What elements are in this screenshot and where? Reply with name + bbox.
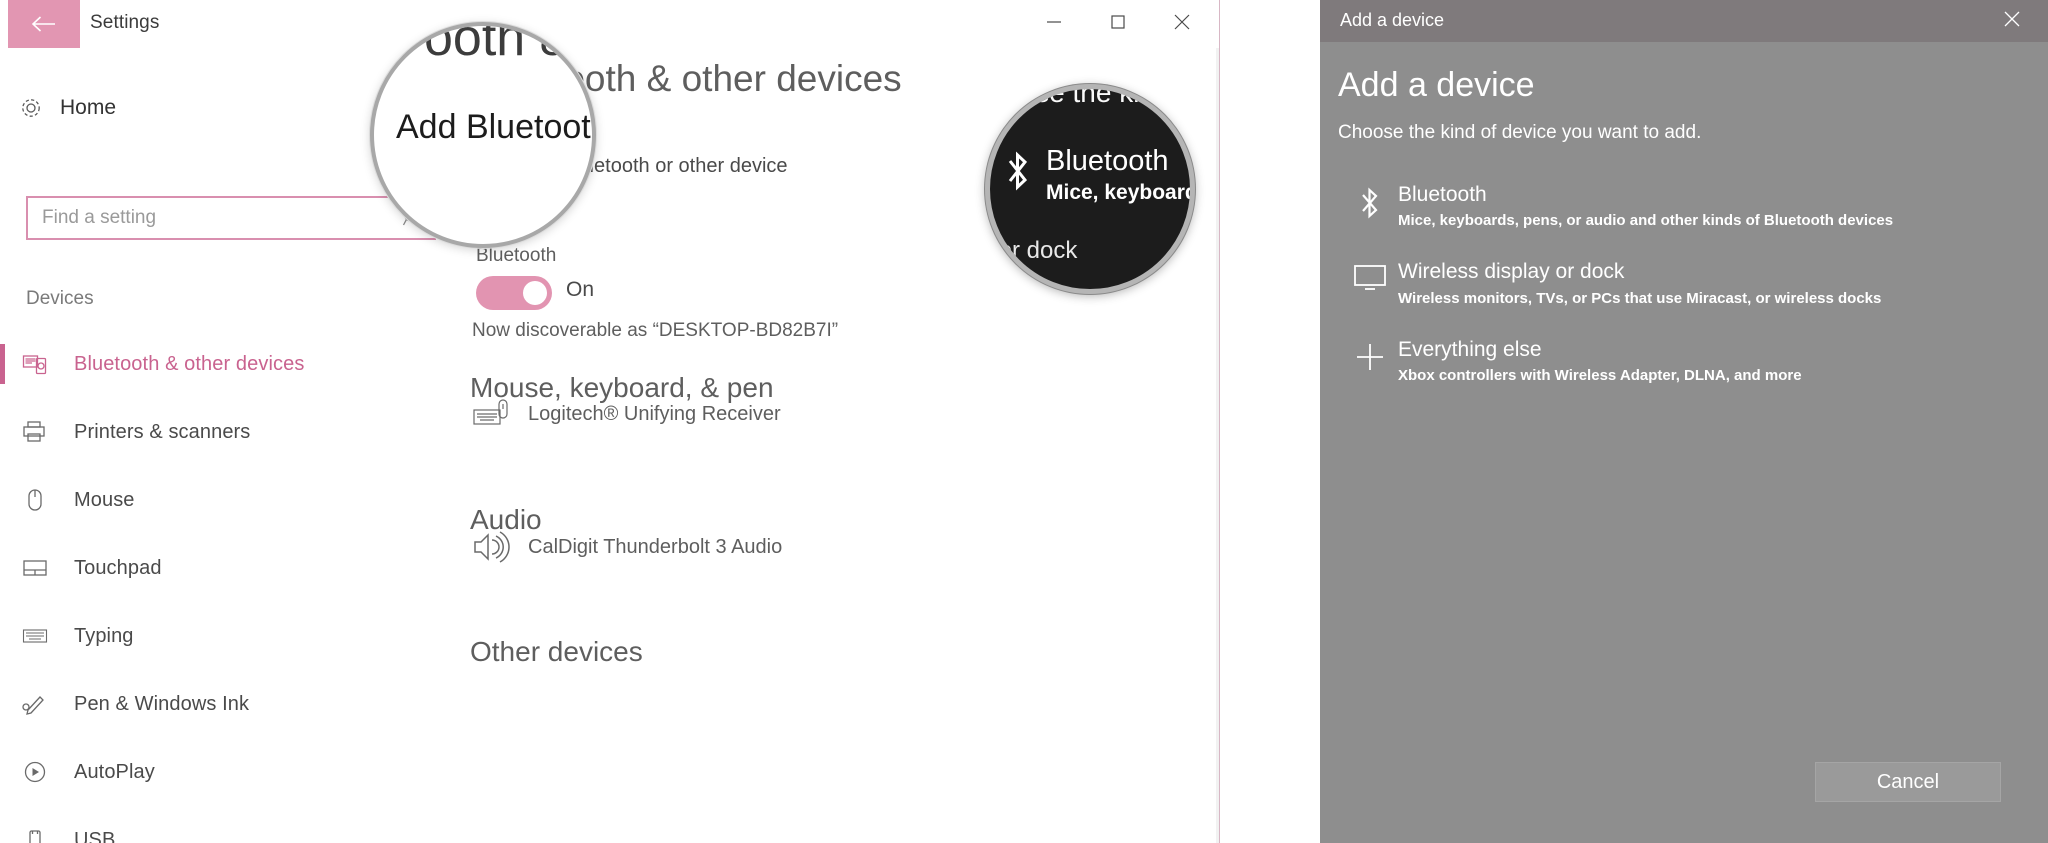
sidebar-nav-list: Bluetooth & other devices Printers & sca… xyxy=(0,330,440,843)
sidebar-item-printers-scanners[interactable]: Printers & scanners xyxy=(0,398,440,466)
close-icon xyxy=(2002,9,2022,34)
device-row-caldigit[interactable]: CalDigit Thunderbolt 3 Audio xyxy=(472,530,782,564)
sidebar-item-label: Printers & scanners xyxy=(74,420,251,443)
minimize-button[interactable] xyxy=(1023,0,1085,48)
cancel-label: Cancel xyxy=(1876,770,1940,793)
dialog-option-bluetooth[interactable]: Bluetooth Mice, keyboards, pens, or audi… xyxy=(1334,168,2034,245)
device-name: Logitech® Unifying Receiver xyxy=(528,402,781,425)
dialog-option-list: Bluetooth Mice, keyboards, pens, or audi… xyxy=(1334,168,2034,400)
device-name: CalDigit Thunderbolt 3 Audio xyxy=(528,535,783,558)
autoplay-icon xyxy=(22,760,74,784)
back-arrow-icon xyxy=(31,15,57,33)
sidebar-item-autoplay[interactable]: AutoPlay xyxy=(0,738,440,806)
close-button[interactable] xyxy=(1151,0,1213,48)
search-input[interactable] xyxy=(28,198,390,238)
dialog-heading: Add a device xyxy=(1338,66,1535,104)
gear-icon xyxy=(18,95,60,121)
magnified-option-desc: Mice, keyboards, xyxy=(1046,181,1190,204)
cancel-button[interactable]: Cancel xyxy=(1815,762,2001,802)
sidebar-item-label: Pen & Windows Ink xyxy=(74,692,250,715)
sidebar-item-home[interactable]: Home xyxy=(18,88,318,128)
dialog-subtitle: Choose the kind of device you want to ad… xyxy=(1338,122,1702,143)
dialog-option-desc: Wireless monitors, TVs, or PCs that use … xyxy=(1398,289,1882,307)
magnifier-overlay-left: ooth & Add Bluetooth xyxy=(370,22,596,248)
speaker-icon xyxy=(472,530,528,564)
maximize-icon xyxy=(1110,14,1126,35)
pen-icon xyxy=(22,692,74,716)
sidebar-item-label: Typing xyxy=(74,624,134,647)
sidebar-item-touchpad[interactable]: Touchpad xyxy=(0,534,440,602)
printer-icon xyxy=(22,420,74,444)
add-a-device-dialog: Add a device Add a device Choose the kin… xyxy=(1320,0,2048,843)
bluetooth-toggle-state: On xyxy=(566,278,595,301)
toggle-knob xyxy=(523,281,547,305)
usb-icon xyxy=(22,828,74,843)
dialog-titlebar: Add a device xyxy=(1320,0,2048,42)
dialog-option-desc: Xbox controllers with Wireless Adapter, … xyxy=(1398,366,1802,384)
sidebar-group-label: Devices xyxy=(26,288,94,309)
minimize-icon xyxy=(1046,15,1062,33)
magnified-option-title: Bluetooth xyxy=(1046,145,1169,177)
bluetooth-devices-icon xyxy=(22,352,74,376)
selection-indicator xyxy=(0,344,5,384)
magnified-clipped-bottom-text: y or dock xyxy=(985,237,1078,264)
sidebar-item-label: Mouse xyxy=(74,488,135,511)
settings-titlebar: Settings xyxy=(0,0,1220,48)
section-title-other-devices: Other devices xyxy=(470,636,643,667)
plus-icon xyxy=(1342,337,1398,373)
sidebar-item-label: AutoPlay xyxy=(74,760,155,783)
device-row-logitech[interactable]: Logitech® Unifying Receiver xyxy=(472,398,781,430)
bluetooth-section-label: Bluetooth xyxy=(476,245,557,266)
sidebar-item-label: Bluetooth & other devices xyxy=(74,352,305,375)
dialog-option-title: Everything else xyxy=(1398,337,1542,361)
discoverable-status-text: Now discoverable as “DESKTOP-BD82B7I” xyxy=(472,320,839,341)
magnified-add-bluetooth-text: Add Bluetooth xyxy=(396,108,596,146)
window-divider xyxy=(1219,0,1220,843)
search-box[interactable] xyxy=(26,196,436,240)
keyboard-icon xyxy=(22,624,74,648)
sidebar-item-usb[interactable]: USB xyxy=(0,806,440,843)
back-button[interactable] xyxy=(8,0,80,48)
magnifier-overlay-right: oose the kind Bluetooth Mice, keyboards,… xyxy=(985,84,1195,294)
sidebar-item-label: USB xyxy=(74,828,116,843)
maximize-button[interactable] xyxy=(1087,0,1149,48)
bluetooth-toggle[interactable] xyxy=(476,276,552,310)
dialog-titlebar-title: Add a device xyxy=(1340,10,1445,30)
window-title: Settings xyxy=(90,12,160,33)
dialog-option-everything-else[interactable]: Everything else Xbox controllers with Wi… xyxy=(1334,323,2034,400)
sidebar-item-label-home: Home xyxy=(60,96,117,119)
keyboard-mouse-icon xyxy=(472,398,528,430)
sidebar-item-mouse[interactable]: Mouse xyxy=(0,466,440,534)
dialog-close-button[interactable] xyxy=(1988,0,2036,42)
sidebar-item-pen-windows-ink[interactable]: Pen & Windows Ink xyxy=(0,670,440,738)
bluetooth-icon xyxy=(1342,182,1398,220)
close-icon xyxy=(1173,13,1191,36)
sidebar-item-bluetooth-other-devices[interactable]: Bluetooth & other devices xyxy=(0,330,440,398)
magnified-clipped-text: ooth & xyxy=(424,22,575,67)
dialog-option-desc: Mice, keyboards, pens, or audio and othe… xyxy=(1398,212,1894,230)
wireless-display-icon xyxy=(1342,259,1398,293)
mouse-icon xyxy=(22,488,74,512)
dialog-option-title: Wireless display or dock xyxy=(1398,260,1625,284)
sidebar-item-typing[interactable]: Typing xyxy=(0,602,440,670)
dialog-option-wireless-display-or-dock[interactable]: Wireless display or dock Wireless monito… xyxy=(1334,245,2034,322)
dialog-option-title: Bluetooth xyxy=(1398,183,1487,206)
touchpad-icon xyxy=(22,556,74,580)
sidebar-item-label: Touchpad xyxy=(74,556,162,579)
bluetooth-icon xyxy=(998,145,1038,197)
